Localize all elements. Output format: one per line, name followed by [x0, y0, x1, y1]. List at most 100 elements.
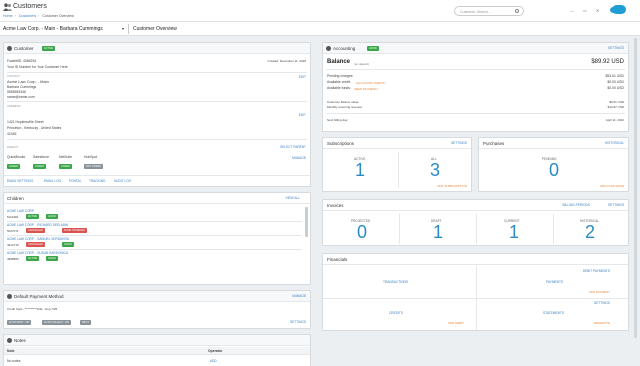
balance-value: $89.92 USD	[591, 59, 624, 65]
payments-link[interactable]: PAYMENTS	[546, 280, 563, 284]
notes-panel: Notes Note Operator No notes ADD	[3, 334, 311, 366]
restore-icon[interactable]: ▭	[583, 8, 587, 13]
company-name: Acme Law Corp. - Main	[7, 79, 49, 84]
child-name[interactable]: ACME LAW CORP. - SAMUEL VERDUKRA	[7, 237, 69, 241]
minimize-icon[interactable]: —	[570, 8, 574, 13]
customer-search-input[interactable]: Customer Search...	[454, 6, 524, 16]
net-terms-badge: NET 0	[80, 320, 92, 325]
panel-title: Children	[7, 196, 24, 201]
breadcrumb-home[interactable]: Home	[3, 14, 13, 18]
notes-empty: No notes	[7, 359, 21, 363]
col-operator: Operator	[208, 349, 223, 353]
draft-count[interactable]: 1	[433, 222, 443, 243]
chevron-down-icon[interactable]: ▾	[122, 26, 124, 31]
allocate-credit-link[interactable]: (ALLOCATE CREDIT)	[356, 81, 385, 85]
payment-method-panel: Default Payment Method MANAGE Credit Car…	[3, 290, 311, 329]
col-note: Note	[7, 349, 15, 353]
close-icon[interactable]: ✕	[596, 8, 599, 13]
default-card: Credit Card - **********1111 - Exp 7/25	[7, 307, 58, 311]
statement-settings-link[interactable]: SETTINGS	[594, 301, 610, 305]
projected-count[interactable]: 0	[357, 222, 367, 243]
add-payment-button[interactable]: ADD PAYMENT	[589, 290, 610, 294]
transactions-link[interactable]: TRANSACTIONS	[383, 280, 408, 284]
add-subscription-button[interactable]: ADD SUBSCRIPTION	[437, 184, 467, 188]
child-name[interactable]: ACME LAW CORP.	[7, 209, 34, 213]
customers-icon	[3, 3, 12, 11]
salesforce-icon[interactable]	[610, 5, 626, 14]
statements-link[interactable]: STATEMENTS	[543, 311, 564, 315]
netsuite-status: LINKED	[59, 164, 73, 169]
page-title: Customer Overview	[133, 26, 177, 32]
current-count[interactable]: 1	[509, 222, 519, 243]
page-scrollbar[interactable]	[634, 38, 637, 338]
panel-title: Financials	[327, 257, 348, 262]
edit-contact-button[interactable]: EDIT	[299, 75, 306, 79]
tracking-link[interactable]: TRACKING	[89, 179, 105, 183]
child-name[interactable]: ACME LAW CORP. - RICHARD DEELMAN	[7, 223, 68, 227]
accounting-row-label: Available credit:	[327, 80, 351, 84]
contact-name: Barbara Cummings	[7, 85, 37, 89]
auto-collect-badge: AUTO COLLECT - ON	[42, 320, 72, 325]
manage-payment-button[interactable]: MANAGE	[292, 294, 306, 298]
notes-icon	[7, 338, 12, 343]
breadcrumb: Home › Customers › Customer Overview	[3, 14, 74, 18]
edit-address-button[interactable]: EDIT	[299, 113, 306, 117]
panel-title: Accounting	[333, 46, 356, 51]
generate-statement-button[interactable]: GENERATE	[594, 321, 610, 325]
child-id: 4958893	[7, 257, 19, 261]
search-icon	[515, 9, 519, 13]
integration-hubspot: HubSpot	[84, 155, 98, 159]
accounting-icon	[326, 46, 331, 51]
audit-log-link[interactable]: AUDIT LOG	[114, 179, 131, 183]
accounting-status-badge: GOOD	[367, 46, 379, 51]
billing-periods-link[interactable]: BILLING PERIODS	[563, 203, 590, 207]
active-count[interactable]: 1	[355, 160, 365, 181]
breadcrumb-customers[interactable]: Customers	[19, 14, 36, 18]
panel-title: Purchases	[483, 141, 505, 146]
children-panel: Children VIEW ALL ACME LAW CORP. 5114381 A…	[3, 192, 311, 285]
next-billing-label: Next billing day:	[327, 118, 349, 122]
subscriptions-panel: Subscriptions SETTINGS ACTIVE 1 ALL 3 AD…	[322, 137, 472, 192]
new-payment-link[interactable]: (NEW PAYMENT)	[354, 87, 378, 91]
subscriptions-settings-link[interactable]: SETTINGS	[451, 141, 467, 145]
mrr-value: $10.97 USD	[607, 105, 624, 109]
all-count[interactable]: 3	[430, 160, 440, 181]
debit-payments-link[interactable]: DEBIT PAYMENTS	[583, 269, 610, 273]
add-purchase-button[interactable]: ADD PURCHASE	[600, 184, 624, 188]
email-settings-link[interactable]: EMAIL SETTINGS	[7, 179, 33, 183]
historical-count[interactable]: 2	[585, 222, 595, 243]
add-debit-button[interactable]: ADD DEBIT	[448, 321, 464, 325]
app-title: Customers	[13, 3, 47, 10]
historical-purchases-link[interactable]: HISTORICAL	[605, 141, 624, 145]
context-bar: Acme Law Corp. - Main - Barbara Cummings…	[0, 22, 640, 36]
accounting-settings-link[interactable]: SETTINGS	[608, 46, 624, 50]
created-date: Created: December 11, 2018	[267, 59, 306, 63]
pending-count[interactable]: 0	[549, 160, 559, 181]
invoice-settings-link[interactable]: SETTINGS	[608, 203, 624, 207]
user-icon	[7, 46, 12, 51]
email-log-link[interactable]: EMAIL LOG	[44, 179, 61, 183]
credits-link[interactable]: CREDITS	[389, 311, 403, 315]
view-all-children-link[interactable]: VIEW ALL	[285, 196, 300, 200]
select-parent-button[interactable]: SELECT PARENT	[280, 145, 306, 149]
top-bar: Customers Home › Customers › Customer Over…	[0, 0, 640, 22]
financials-panel: Financials TRANSACTIONS PAYMENTS DEBIT P…	[322, 253, 629, 331]
child-name[interactable]: ACME LAW CORP. - SUSAN SARDONICA	[7, 251, 68, 255]
manage-integrations-button[interactable]: MANAGE	[292, 156, 306, 160]
lifetime-label: Customer lifetime value:	[327, 100, 360, 104]
children-scrollbar[interactable]	[305, 207, 308, 237]
customer-panel: Customer ACTIVE FusebillD: 4066254 Your …	[3, 42, 311, 187]
child-status-badge: GOOD	[46, 214, 58, 219]
panel-title: Default Payment Method	[14, 294, 64, 299]
portal-link[interactable]: PORTAL	[69, 179, 81, 183]
add-note-button[interactable]: ADD	[210, 359, 217, 363]
child-id: 5027071	[7, 229, 19, 233]
integration-salesforce: Salesforce	[33, 155, 50, 159]
child-id: 4912719	[7, 243, 19, 247]
panel-title: Invoices	[327, 203, 344, 208]
payment-settings-link[interactable]: SETTINGS	[290, 320, 306, 324]
child-status-badge: CANCELLED	[26, 242, 46, 247]
your-id: Your ID Number for Your Customer Here	[7, 65, 68, 69]
child-status-badge: POOR STANDING	[62, 228, 87, 233]
account-selector[interactable]: Acme Law Corp. - Main - Barbara Cummings	[3, 26, 103, 32]
